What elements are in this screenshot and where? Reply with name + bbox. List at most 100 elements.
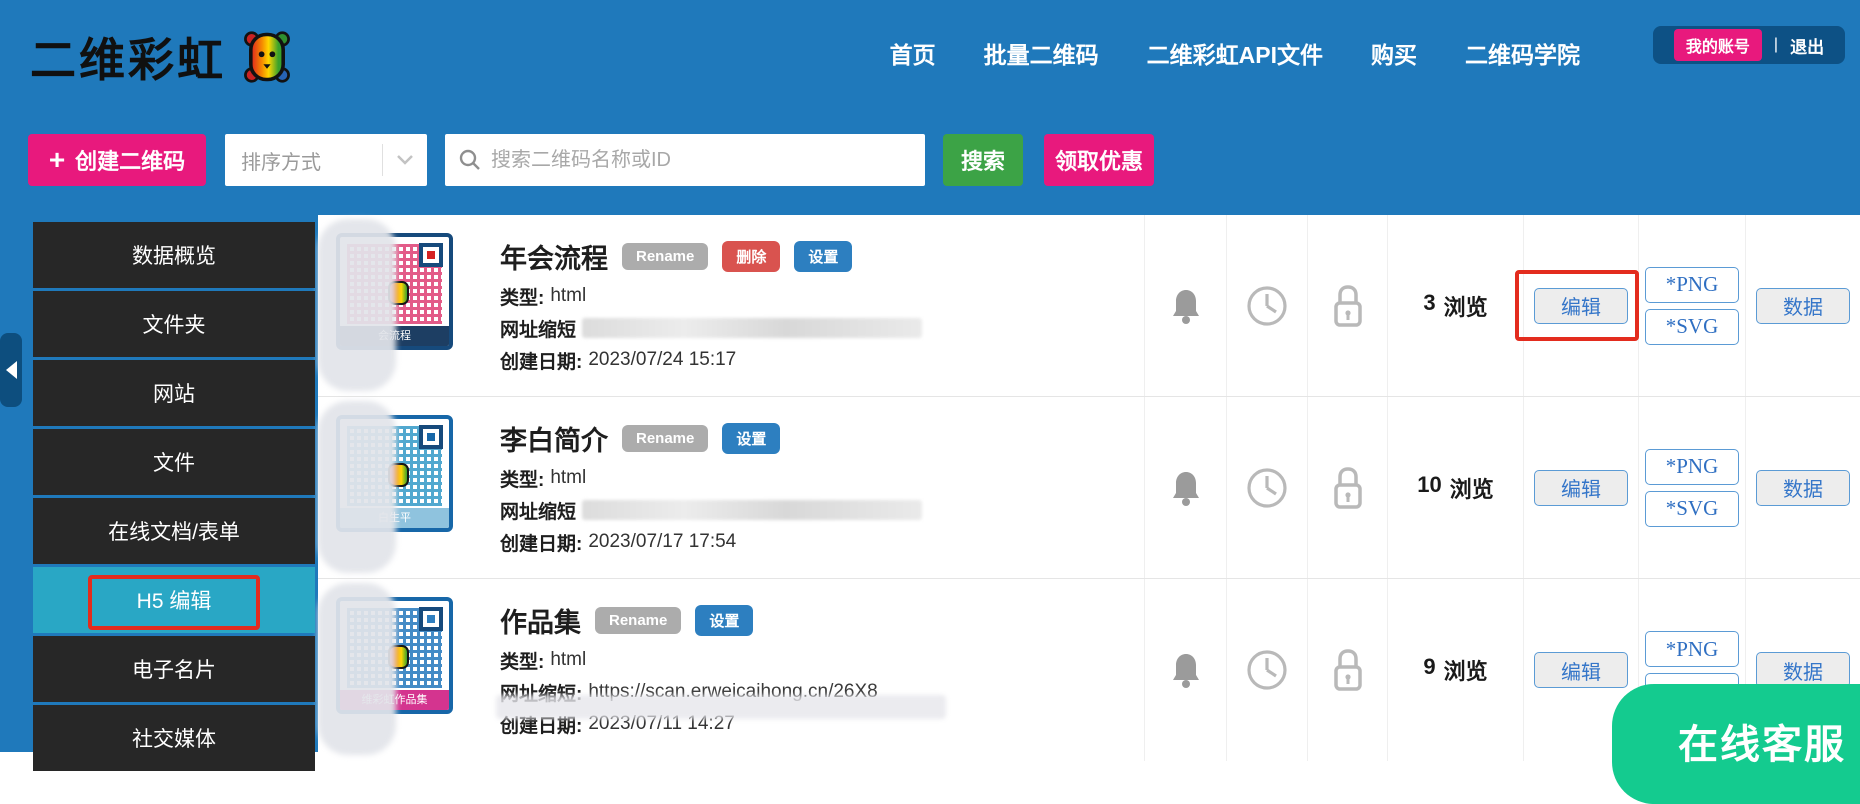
qr-info-cell: 白生平 李白简介 Rename 设置 类型:html 网址缩短 创建日期:202… <box>318 397 1144 578</box>
views-cell: 3 浏览 <box>1387 215 1523 396</box>
brand-logo-text: 二维彩虹 <box>30 24 226 90</box>
privacy-blur <box>318 401 396 573</box>
password-cell[interactable] <box>1307 579 1387 761</box>
type-label: 类型: <box>500 647 544 674</box>
header-band: 二维彩虹 首页 批量二维码 二维彩虹API文件 购买 二维码学院 <box>0 0 1860 215</box>
account-separator: | <box>1774 36 1778 54</box>
views-suffix: 浏览 <box>1444 654 1488 686</box>
download-png-button[interactable]: *PNG <box>1645 449 1739 485</box>
delete-button[interactable]: 删除 <box>722 241 780 272</box>
data-button[interactable]: 数据 <box>1756 288 1850 324</box>
plus-icon: + <box>49 146 65 174</box>
nav-item-home[interactable]: 首页 <box>890 36 936 70</box>
nav-item-academy[interactable]: 二维码学院 <box>1465 36 1580 70</box>
sort-dropdown[interactable]: 排序方式 <box>225 134 427 186</box>
sidebar-item-website[interactable]: 网站 <box>33 360 315 426</box>
nav-item-batch-qr[interactable]: 批量二维码 <box>984 36 1099 70</box>
search-input[interactable] <box>445 134 925 186</box>
create-qr-button[interactable]: + 创建二维码 <box>28 134 206 186</box>
bell-icon <box>1169 651 1203 689</box>
clock-icon <box>1245 284 1289 328</box>
edit-button[interactable]: 编辑 <box>1534 652 1628 688</box>
type-label: 类型: <box>500 283 544 310</box>
search-button[interactable]: 搜索 <box>943 134 1023 186</box>
qr-row-2: 白生平 李白简介 Rename 设置 类型:html 网址缩短 创建日期:202… <box>318 397 1860 579</box>
sidebar-item-business-card[interactable]: 电子名片 <box>33 636 315 702</box>
download-png-button[interactable]: *PNG <box>1645 267 1739 303</box>
notification-cell[interactable] <box>1144 579 1226 761</box>
sidebar-item-data-overview[interactable]: 数据概览 <box>33 222 315 288</box>
data-button[interactable]: 数据 <box>1756 470 1850 506</box>
settings-button[interactable]: 设置 <box>722 423 780 454</box>
schedule-cell[interactable] <box>1226 579 1307 761</box>
created-date-value: 2023/07/17 17:54 <box>588 531 736 553</box>
qr-title: 李白简介 <box>500 419 608 458</box>
notification-cell[interactable] <box>1144 397 1226 578</box>
views-cell: 9浏览 <box>1387 579 1523 761</box>
password-cell[interactable] <box>1307 397 1387 578</box>
type-value: html <box>550 285 586 307</box>
schedule-cell[interactable] <box>1226 397 1307 578</box>
clock-icon <box>1245 648 1289 692</box>
created-date-label: 创建日期: <box>500 529 582 556</box>
privacy-blur <box>496 695 946 719</box>
privacy-blur <box>318 219 396 391</box>
short-url-label: 网址缩短 <box>500 497 576 524</box>
sidebar-item-social-media[interactable]: 社交媒体 <box>33 705 315 771</box>
blurred-url <box>582 318 922 338</box>
main-nav: 首页 批量二维码 二维彩虹API文件 购买 二维码学院 <box>890 36 1580 70</box>
notification-cell[interactable] <box>1144 215 1226 396</box>
edit-button[interactable]: 编辑 <box>1534 288 1628 324</box>
views-count: 3 <box>1423 290 1435 322</box>
bell-icon <box>1169 287 1203 325</box>
created-date-value: 2023/07/24 15:17 <box>588 349 736 371</box>
qr-meta: 李白简介 Rename 设置 类型: html 网址缩短 创建日期: 2023/07… <box>500 419 922 553</box>
sidebar-collapse-tab[interactable] <box>0 333 22 407</box>
rename-button[interactable]: Rename <box>622 243 708 270</box>
download-svg-button[interactable]: *SVG <box>1645 491 1739 527</box>
edit-button[interactable]: 编辑 <box>1534 470 1628 506</box>
type-value: html <box>550 467 586 489</box>
settings-button[interactable]: 设置 <box>794 241 852 272</box>
schedule-cell[interactable] <box>1226 215 1307 396</box>
sidebar-item-online-docs-forms[interactable]: 在线文档/表单 <box>33 498 315 564</box>
rename-button[interactable]: Rename <box>622 425 708 452</box>
data-button[interactable]: 数据 <box>1756 652 1850 688</box>
settings-button[interactable]: 设置 <box>695 605 753 636</box>
rename-button[interactable]: Rename <box>595 607 681 634</box>
views-suffix: 浏览 <box>1450 472 1494 504</box>
logout-button[interactable]: 退出 <box>1790 33 1824 58</box>
chevron-down-icon <box>383 154 427 166</box>
account-box: 我的账号 | 退出 <box>1653 26 1845 64</box>
sidebar-item-folders[interactable]: 文件夹 <box>33 291 315 357</box>
qr-info-cell: 维彩虹作品集 作品集 Rename 设置 类型:html 网址缩短:https:… <box>318 579 1144 761</box>
bell-icon <box>1169 469 1203 507</box>
qr-row-1: 会流程 年会流程 Rename 删除 设置 类型:html 网址缩短 创建日期:… <box>318 215 1860 397</box>
download-svg-button[interactable]: *SVG <box>1645 309 1739 345</box>
sort-dropdown-label: 排序方式 <box>225 146 382 175</box>
qr-title: 作品集 <box>500 601 581 640</box>
coupon-button[interactable]: 领取优惠 <box>1044 134 1154 186</box>
nav-item-buy[interactable]: 购买 <box>1371 36 1417 70</box>
short-url-label: 网址缩短 <box>500 315 576 342</box>
rainbow-bear-icon <box>240 28 294 86</box>
qr-finder-square <box>419 425 443 449</box>
clock-icon <box>1245 466 1289 510</box>
qr-meta: 年会流程 Rename 删除 设置 类型:html 网址缩短 创建日期:2023… <box>500 237 922 371</box>
views-suffix: 浏览 <box>1444 290 1488 322</box>
search-icon <box>457 147 483 173</box>
sidebar-item-h5-editor[interactable]: H5 编辑 <box>33 567 315 633</box>
qr-list: 会流程 年会流程 Rename 删除 设置 类型:html 网址缩短 创建日期:… <box>318 215 1860 752</box>
qr-finder-square <box>419 607 443 631</box>
type-value: html <box>550 649 586 671</box>
password-cell[interactable] <box>1307 215 1387 396</box>
sidebar-item-files[interactable]: 文件 <box>33 429 315 495</box>
nav-item-api-docs[interactable]: 二维彩虹API文件 <box>1147 36 1323 70</box>
download-png-button[interactable]: *PNG <box>1645 631 1739 667</box>
brand-logo[interactable]: 二维彩虹 <box>30 24 294 90</box>
my-account-button[interactable]: 我的账号 <box>1674 29 1762 61</box>
lock-icon <box>1330 465 1366 511</box>
created-date-label: 创建日期: <box>500 347 582 374</box>
online-support-button[interactable]: 在线客服 <box>1612 684 1860 804</box>
type-label: 类型: <box>500 465 544 492</box>
